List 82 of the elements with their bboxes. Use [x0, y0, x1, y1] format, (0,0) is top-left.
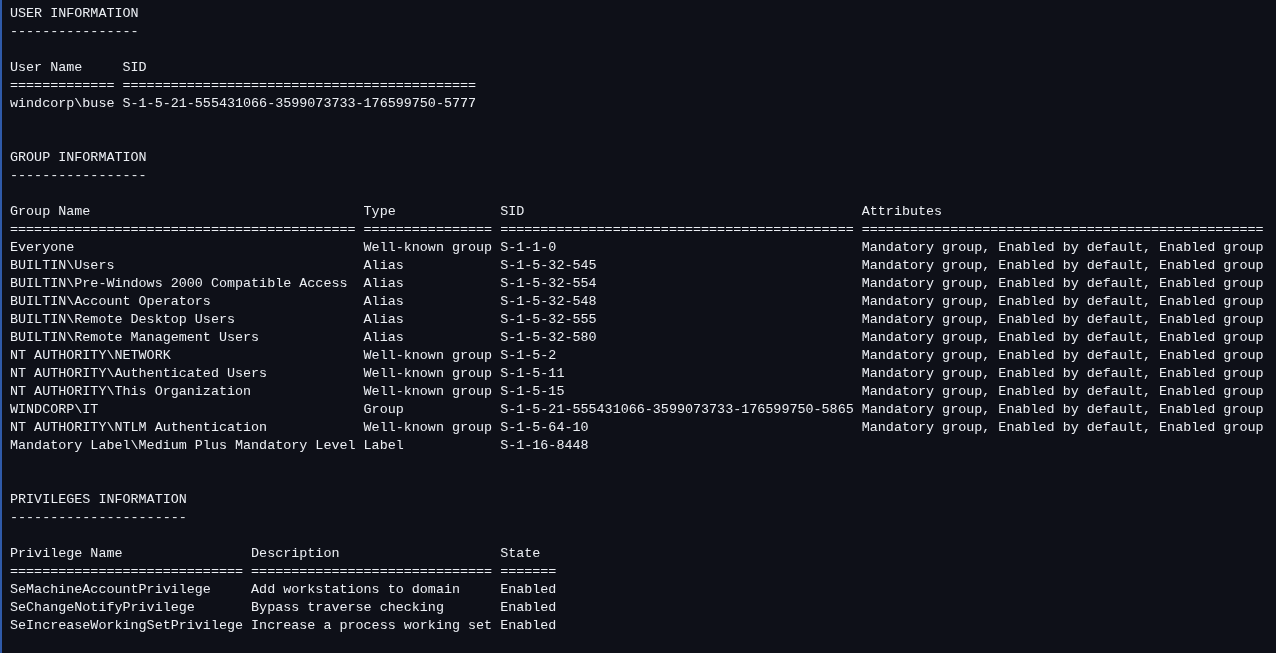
column-header: SID: [500, 203, 525, 221]
header-rule: =======: [500, 563, 557, 581]
table-cell: Alias: [363, 257, 404, 275]
column-header: SID: [122, 59, 147, 77]
table-cell: Mandatory Label\Medium Plus Mandatory Level: [10, 437, 356, 455]
table-cell: Well-known group: [363, 383, 493, 401]
table-cell: S-1-1-0: [500, 239, 557, 257]
header-rule: ================: [363, 221, 493, 239]
table-cell: Mandatory group, Enabled by default, Enabled group: [861, 239, 1264, 257]
title-underline: ----------------------: [10, 509, 187, 527]
table-cell: S-1-5-21-555431066-3599073733-176599750-5865: [500, 401, 854, 419]
table-cell: WINDCORP\IT: [10, 401, 99, 419]
header-rule: ===========================================: [10, 221, 356, 239]
table-cell: Well-known group: [363, 365, 493, 383]
table-cell: Mandatory group, Enabled by default, Enabled group: [861, 293, 1264, 311]
title-underline: ----------------: [10, 23, 139, 41]
table-cell: Mandatory group, Enabled by default, Enabled group: [861, 383, 1264, 401]
table-cell: Alias: [363, 275, 404, 293]
table-cell: BUILTIN\Account Operators: [10, 293, 211, 311]
table-cell: Well-known group: [363, 239, 493, 257]
table-cell: S-1-5-21-555431066-3599073733-176599750-5777: [122, 95, 477, 113]
table-cell: S-1-5-32-554: [500, 275, 597, 293]
column-header: User Name: [10, 59, 83, 77]
column-header: Group Name: [10, 203, 91, 221]
column-header: State: [500, 545, 541, 563]
table-cell: S-1-5-11: [500, 365, 565, 383]
table-cell: S-1-5-32-580: [500, 329, 597, 347]
table-cell: Enabled: [500, 599, 557, 617]
table-cell: Mandatory group, Enabled by default, Enabled group: [861, 257, 1264, 275]
column-header: Attributes: [861, 203, 943, 221]
header-rule: =============: [10, 77, 115, 95]
table-cell: S-1-5-32-545: [500, 257, 597, 275]
column-header: Privilege Name: [10, 545, 123, 563]
table-cell: Mandatory group, Enabled by default, Enabled group: [861, 329, 1264, 347]
table-cell: Mandatory group, Enabled by default, Enabled group: [861, 419, 1264, 437]
section-title: USER INFORMATION: [10, 5, 139, 23]
header-rule: ==================================================: [861, 221, 1264, 239]
table-cell: NT AUTHORITY\NETWORK: [10, 347, 171, 365]
title-underline: -----------------: [10, 167, 147, 185]
table-cell: Well-known group: [363, 347, 493, 365]
section-title: PRIVILEGES INFORMATION: [10, 491, 187, 509]
table-cell: Mandatory group, Enabled by default, Enabled group: [861, 365, 1264, 383]
table-cell: Mandatory group, Enabled by default, Enabled group: [861, 275, 1264, 293]
table-cell: BUILTIN\Users: [10, 257, 115, 275]
table-cell: Mandatory group, Enabled by default, Enabled group: [861, 311, 1264, 329]
header-rule: =============================: [10, 563, 244, 581]
table-cell: Mandatory group, Enabled by default, Enabled group: [861, 347, 1264, 365]
header-rule: ==============================: [251, 563, 493, 581]
column-header: Type: [363, 203, 396, 221]
table-cell: Mandatory group, Enabled by default, Enabled group: [861, 401, 1264, 419]
table-cell: Alias: [363, 293, 404, 311]
table-cell: S-1-5-32-555: [500, 311, 597, 329]
table-cell: NT AUTHORITY\This Organization: [10, 383, 252, 401]
table-cell: S-1-5-2: [500, 347, 557, 365]
table-cell: Add workstations to domain: [251, 581, 460, 599]
table-cell: Alias: [363, 329, 404, 347]
column-header: Description: [251, 545, 340, 563]
table-cell: Well-known group: [363, 419, 493, 437]
table-cell: S-1-16-8448: [500, 437, 589, 455]
table-cell: Everyone: [10, 239, 75, 257]
table-cell: BUILTIN\Remote Desktop Users: [10, 311, 235, 329]
table-cell: Increase a process working set: [251, 617, 493, 635]
table-cell: SeChangeNotifyPrivilege: [10, 599, 195, 617]
table-cell: Group: [363, 401, 404, 419]
table-cell: S-1-5-15: [500, 383, 565, 401]
table-cell: NT AUTHORITY\Authenticated Users: [10, 365, 268, 383]
header-rule: ============================================: [122, 77, 477, 95]
header-rule: ============================================: [500, 221, 854, 239]
table-cell: S-1-5-32-548: [500, 293, 597, 311]
table-cell: windcorp\buse: [10, 95, 115, 113]
table-cell: SeMachineAccountPrivilege: [10, 581, 211, 599]
table-cell: Enabled: [500, 617, 557, 635]
table-cell: NT AUTHORITY\NTLM Authentication: [10, 419, 268, 437]
table-cell: S-1-5-64-10: [500, 419, 589, 437]
table-cell: SeIncreaseWorkingSetPrivilege: [10, 617, 244, 635]
table-cell: BUILTIN\Pre-Windows 2000 Compatible Access: [10, 275, 348, 293]
section-title: GROUP INFORMATION: [10, 149, 147, 167]
table-cell: Bypass traverse checking: [251, 599, 444, 617]
table-cell: Enabled: [500, 581, 557, 599]
table-cell: Alias: [363, 311, 404, 329]
table-cell: Label: [363, 437, 404, 455]
table-cell: BUILTIN\Remote Management Users: [10, 329, 260, 347]
